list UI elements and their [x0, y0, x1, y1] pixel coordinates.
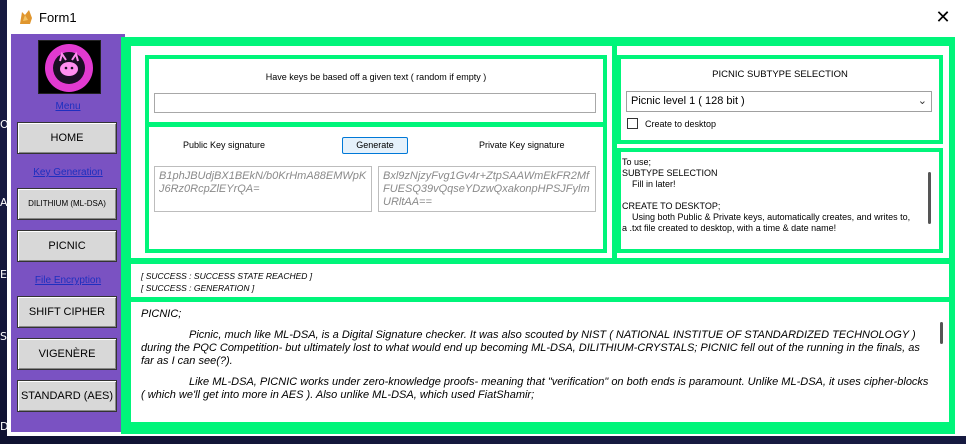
description-text: PICNIC; Picnic, much like ML-DSA, is a D…: [141, 308, 931, 410]
instructions-text: To use; SUBTYPE SELECTION Fill in later!…: [622, 157, 911, 233]
shift-cipher-button[interactable]: SHIFT CIPHER: [17, 296, 117, 328]
public-key-label: Public Key signature: [183, 140, 266, 150]
private-key-label: Private Key signature: [479, 140, 565, 150]
picnic-button[interactable]: PICNIC: [17, 230, 117, 262]
subtype-heading: PICNIC SUBTYPE SELECTION: [712, 69, 848, 80]
description-paragraph: Like ML-DSA, PICNIC works under zero-kno…: [141, 376, 929, 401]
generate-button[interactable]: Generate: [342, 137, 408, 154]
standard-aes-button[interactable]: STANDARD (AES): [17, 380, 117, 412]
app-icon: [20, 10, 32, 24]
file-encryption-link[interactable]: File Encryption: [11, 275, 125, 286]
key-generation-link[interactable]: Key Generation: [11, 167, 125, 178]
menu-link[interactable]: Menu: [11, 101, 125, 112]
seed-label: Have keys be based off a given text ( ra…: [265, 72, 487, 82]
close-icon[interactable]: ✕: [932, 6, 954, 28]
status-line: [ SUCCESS : SUCCESS STATE REACHED ]: [141, 271, 313, 281]
create-to-desktop-label: Create to desktop: [645, 119, 717, 129]
app-logo: [38, 40, 101, 94]
subtype-dropdown[interactable]: Picnic level 1 ( 128 bit ) ⌄: [626, 91, 932, 112]
private-key-field[interactable]: Bxl9zNjzyFvg1Gv4r+ZtpSAAWmEkFR2MfFUESQ39…: [378, 166, 596, 212]
seed-input[interactable]: [154, 93, 596, 113]
chevron-down-icon: ⌄: [917, 95, 927, 107]
create-to-desktop-checkbox[interactable]: [627, 118, 638, 129]
status-line: [ SUCCESS : GENERATION ]: [141, 283, 255, 293]
description-scrollbar[interactable]: [940, 322, 943, 344]
window-title: Form1: [39, 10, 77, 25]
home-button[interactable]: HOME: [17, 122, 117, 154]
sidebar: Menu HOME Key Generation DILITHIUM (ML-D…: [11, 34, 125, 432]
instructions-scrollbar[interactable]: [928, 172, 931, 224]
subtype-selected-value: Picnic level 1 ( 128 bit ): [631, 95, 745, 107]
vigenere-button[interactable]: VIGENÈRE: [17, 338, 117, 370]
dilithium-button[interactable]: DILITHIUM (ML-DSA): [17, 188, 117, 220]
description-paragraph: Picnic, much like ML-DSA, is a Digital S…: [141, 329, 920, 367]
title-bar: Form1 ✕: [7, 0, 966, 34]
public-key-field[interactable]: B1phJBUdjBX1BEkN/b0KrHmA88EMWpKJ6Rz0RcpZ…: [154, 166, 372, 212]
description-heading: PICNIC;: [141, 308, 182, 320]
